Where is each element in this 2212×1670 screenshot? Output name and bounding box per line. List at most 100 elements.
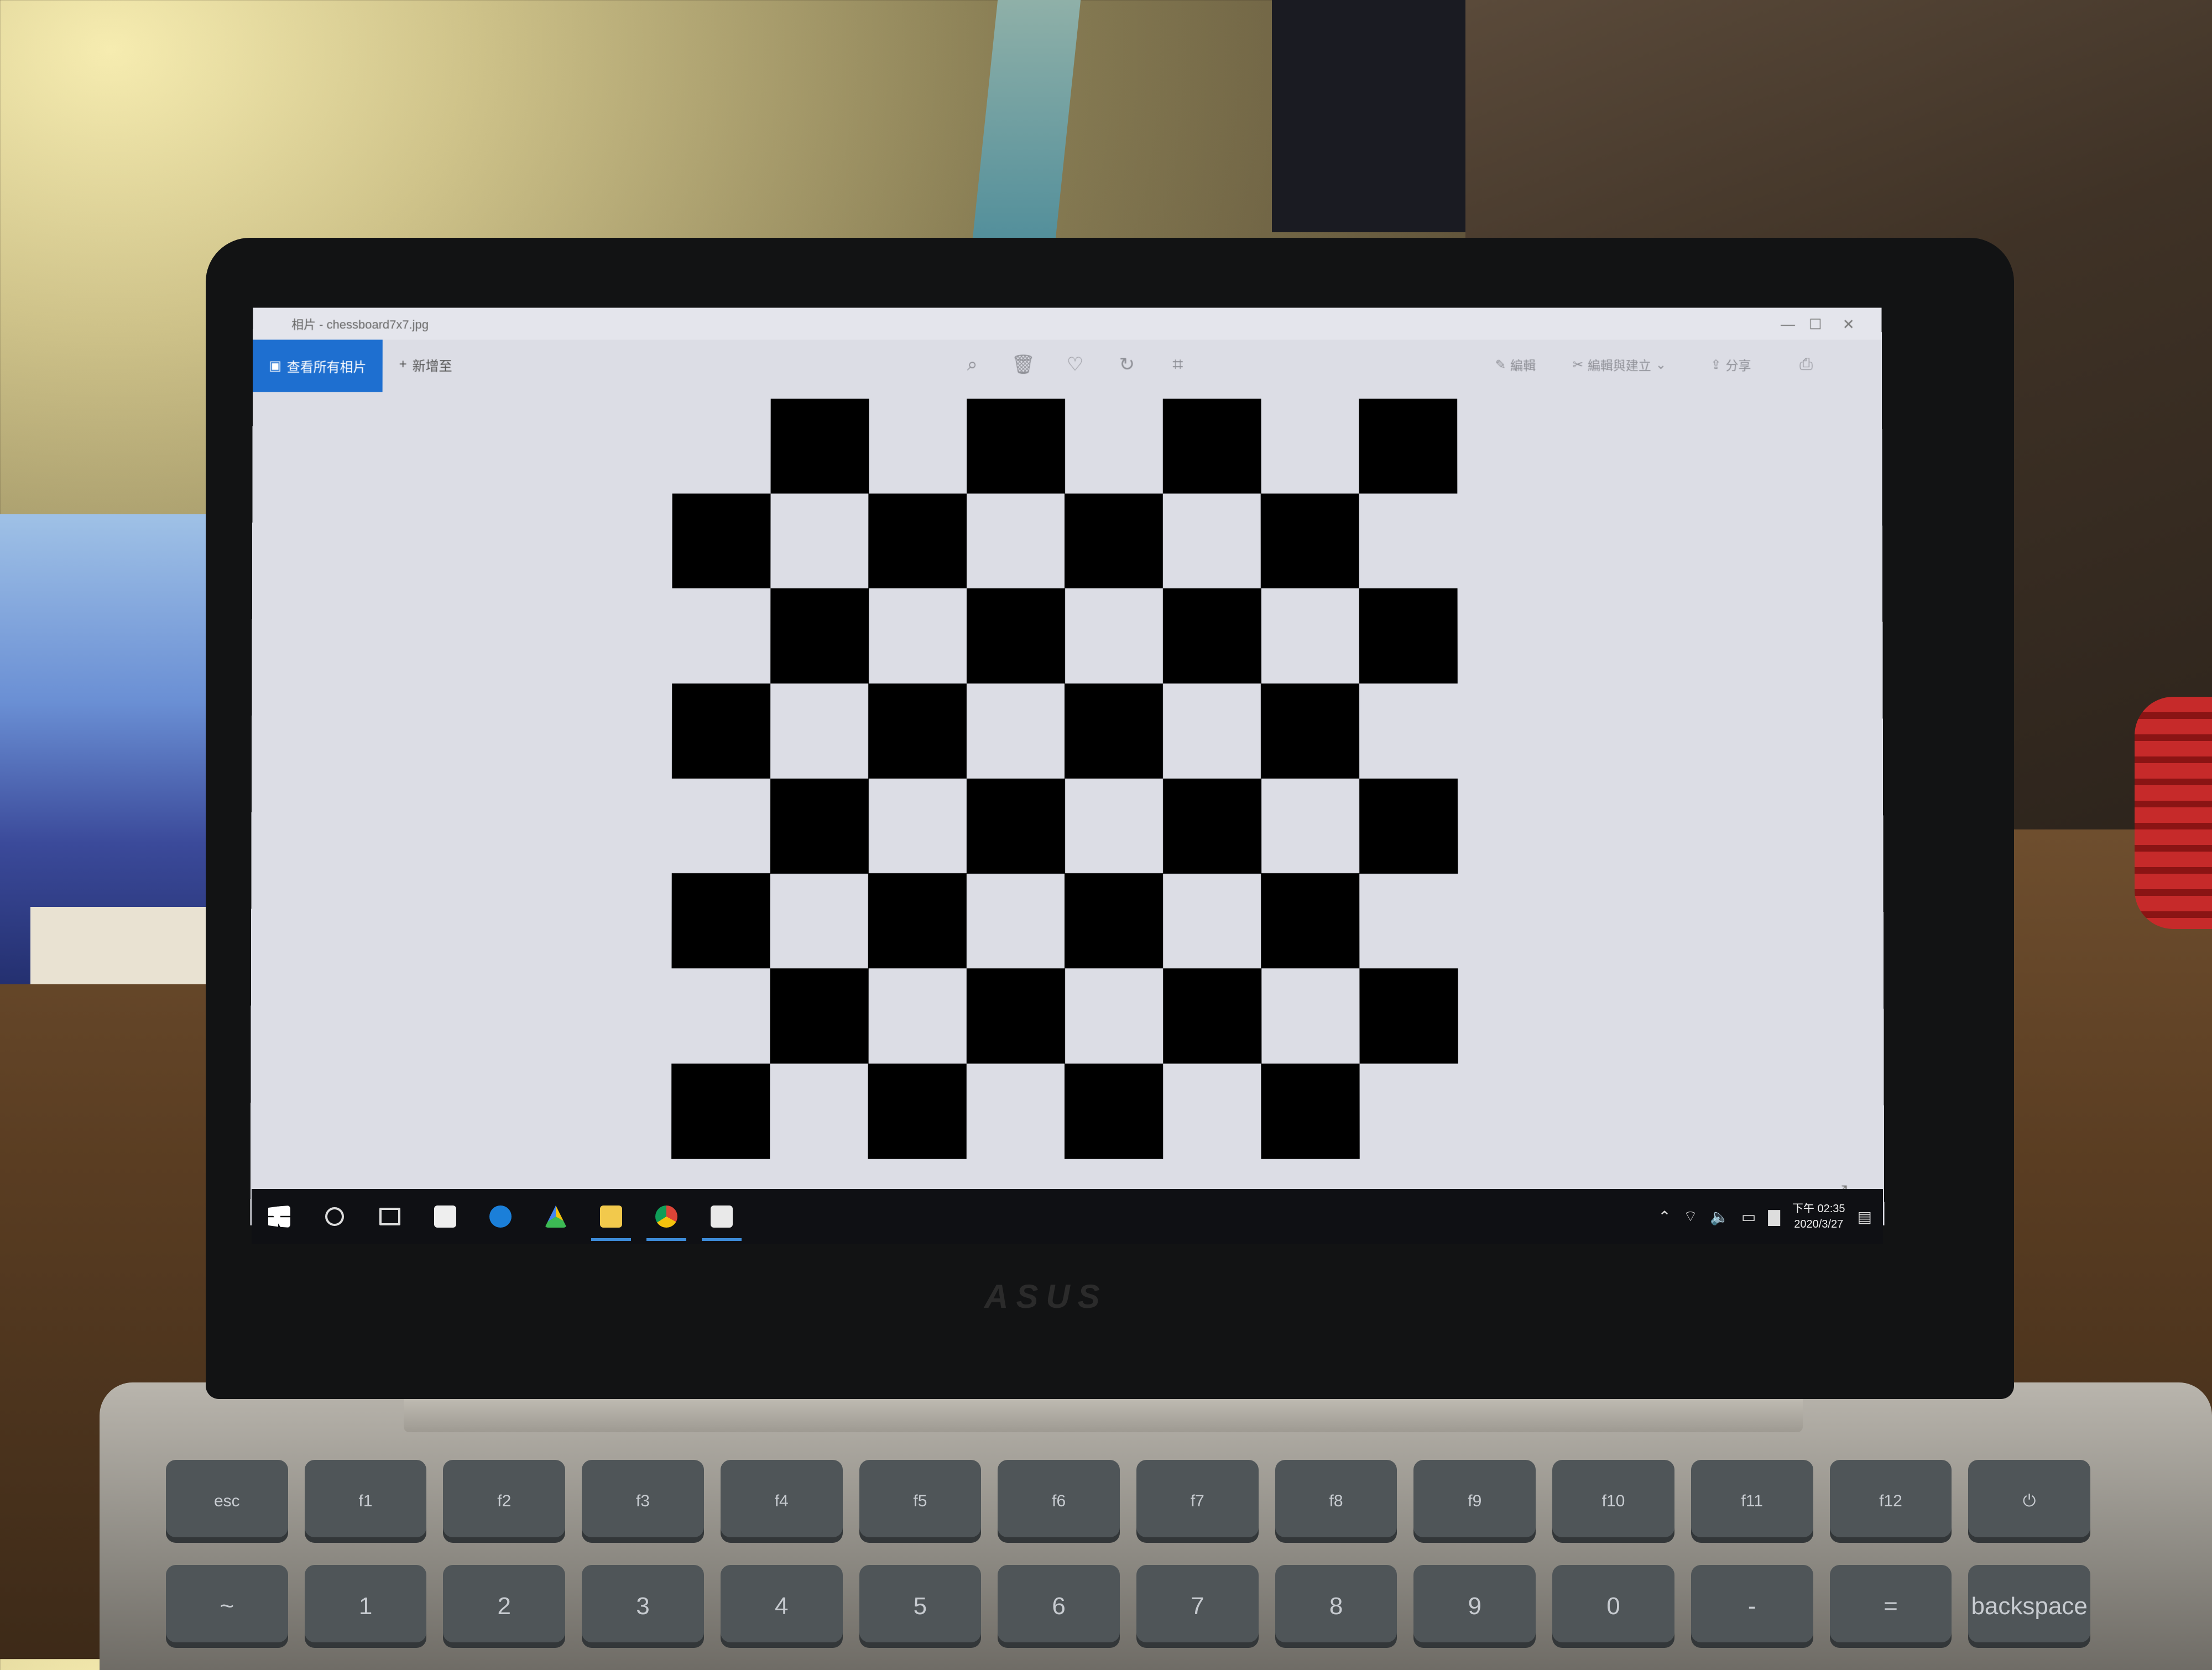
keyboard-key[interactable]: f12 [1829,1460,1952,1543]
search-icon[interactable] [307,1189,362,1244]
keyboard-key[interactable]: - [1691,1565,1813,1648]
edit-icon: ✎ [1495,357,1506,372]
checker-square [671,683,771,779]
add-to-label: 新增至 [412,358,452,374]
delete-icon[interactable]: 🗑 [1010,352,1036,377]
keyboard-key[interactable]: f1 [304,1460,427,1543]
checker-square [1260,683,1360,779]
keyboard-key[interactable]: 4 [720,1565,843,1648]
keyboard-key[interactable]: ~ [166,1565,288,1648]
checker-square [966,588,1065,683]
add-to-button[interactable]: + 新增至 [399,353,452,375]
plus-icon: + [399,357,407,372]
keyboard-key[interactable]: ⏻ [1968,1460,2090,1543]
clock[interactable]: 下午 02:35 2020/3/27 [1792,1201,1845,1232]
clock-time: 下午 02:35 [1792,1203,1845,1215]
zoom-icon[interactable]: ⌕ [959,352,985,377]
checker-square [1162,398,1261,494]
task-view-icon[interactable] [362,1189,418,1244]
keyboard-key[interactable]: 7 [1136,1565,1259,1648]
checker-square [1359,778,1458,874]
keyboard-key[interactable]: f5 [859,1460,982,1543]
print-icon[interactable]: ⎙ [1793,352,1819,377]
edit-create-button[interactable]: ✂ 編輯與建立 ⌄ [1573,352,1666,377]
keyboard-key[interactable]: 9 [1413,1565,1536,1648]
checker-square [966,398,1065,494]
checker-square [1162,968,1261,1064]
keyboard: esc f1 f2 f3 f4 f5 f6 f7 f8 f9 f10 f11 f12 ⏻ ~1 2 3 4 5 6 7 8… [166,1460,2090,1659]
battery-icon[interactable]: ▭ [1741,1208,1756,1226]
keyboard-key[interactable]: f3 [582,1460,704,1543]
checker-square [770,778,869,874]
system-tray: ⌃ ⌔ 🔈 ▭ ▇ 下午 02:35 2020/3/27 ▤ [1658,1189,1872,1244]
favorite-icon[interactable]: ♡ [1062,352,1088,377]
checker-square [1260,493,1359,589]
notifications-icon[interactable]: ▤ [1858,1208,1872,1226]
checker-square [1162,778,1261,874]
chrome-icon[interactable] [639,1189,694,1244]
keyboard-key[interactable]: 8 [1275,1565,1397,1648]
checker-square [868,493,967,589]
keyboard-key[interactable]: f7 [1136,1460,1259,1543]
checker-square [770,398,869,494]
keyboard-key[interactable]: 5 [859,1565,982,1648]
edit-create-icon: ✂ [1572,357,1583,372]
screen: 相片 - chessboard7x7.jpg — ☐ ✕ ▣ 查看所有相片 + … [250,307,1885,1226]
share-button[interactable]: ⇪ 分享 [1710,352,1751,377]
google-drive-icon[interactable] [528,1189,583,1244]
keyboard-key[interactable]: esc [166,1460,288,1543]
keyboard-key[interactable]: 2 [443,1565,566,1648]
network-icon[interactable]: ⌔ [1683,1207,1698,1227]
checker-square [672,493,771,589]
window-title: 相片 - chessboard7x7.jpg [291,317,429,332]
edit-create-label: 編輯與建立 [1587,358,1651,373]
minimize-button[interactable]: — [1777,314,1799,334]
checker-square [1064,1063,1164,1159]
checker-square [1261,873,1360,969]
red-desk-object [2135,697,2212,929]
checker-square [671,1063,770,1159]
keyboard-key[interactable]: f10 [1552,1460,1674,1543]
checker-square [966,778,1065,874]
clock-date: 2020/3/27 [1794,1218,1844,1230]
edit-button[interactable]: ✎ 編輯 [1495,352,1536,377]
keyboard-key[interactable]: 0 [1552,1565,1674,1648]
maximize-button[interactable]: ☐ [1804,314,1827,334]
checker-square [671,873,770,969]
chevron-up-icon[interactable]: ⌃ [1658,1208,1671,1226]
checker-square [1359,588,1458,683]
close-button[interactable]: ✕ [1838,314,1860,334]
rotate-icon[interactable]: ↻ [1114,352,1140,377]
keyboard-key[interactable]: f4 [720,1460,843,1543]
store-icon[interactable] [418,1189,473,1244]
keyboard-key[interactable]: 6 [998,1565,1120,1648]
keyboard-key[interactable]: f9 [1413,1460,1536,1543]
crop-icon[interactable]: ⌗ [1165,352,1191,377]
view-all-photos-button[interactable]: ▣ 查看所有相片 [252,340,383,392]
brand-logo: ASUS [984,1278,1108,1315]
checker-square [868,873,967,969]
checker-square [1358,398,1457,494]
checker-square [770,588,869,683]
checker-square [1162,588,1261,683]
keyboard-key[interactable]: 3 [582,1565,704,1648]
keyboard-key[interactable]: = [1829,1565,1952,1648]
chevron-down-icon: ⌄ [1655,357,1667,372]
keyboard-key[interactable]: backspace [1968,1565,2090,1648]
keyboard-key[interactable]: f8 [1275,1460,1397,1543]
edge-icon[interactable] [473,1189,528,1244]
volume-icon[interactable]: 🔈 [1710,1208,1729,1226]
keyboard-lang-icon[interactable]: ▇ [1768,1208,1780,1226]
keyboard-key[interactable]: f6 [998,1460,1120,1543]
photos-toolbar: ▣ 查看所有相片 + 新增至 ⌕ 🗑 ♡ ↻ ⌗ ✎ 編輯 ✂ 編輯與建立 ⌄ … [252,340,1882,392]
checker-square [1064,683,1164,779]
keyboard-key[interactable]: f11 [1691,1460,1813,1543]
checker-square [966,968,1065,1064]
file-explorer-icon[interactable] [583,1189,639,1244]
view-all-photos-label: 查看所有相片 [286,360,367,375]
chessboard-image [671,398,1458,1159]
keyboard-key[interactable]: f2 [443,1460,566,1543]
keyboard-key[interactable]: 1 [304,1565,427,1648]
windows-start-icon[interactable] [252,1189,307,1244]
photos-app-icon[interactable] [694,1189,749,1244]
